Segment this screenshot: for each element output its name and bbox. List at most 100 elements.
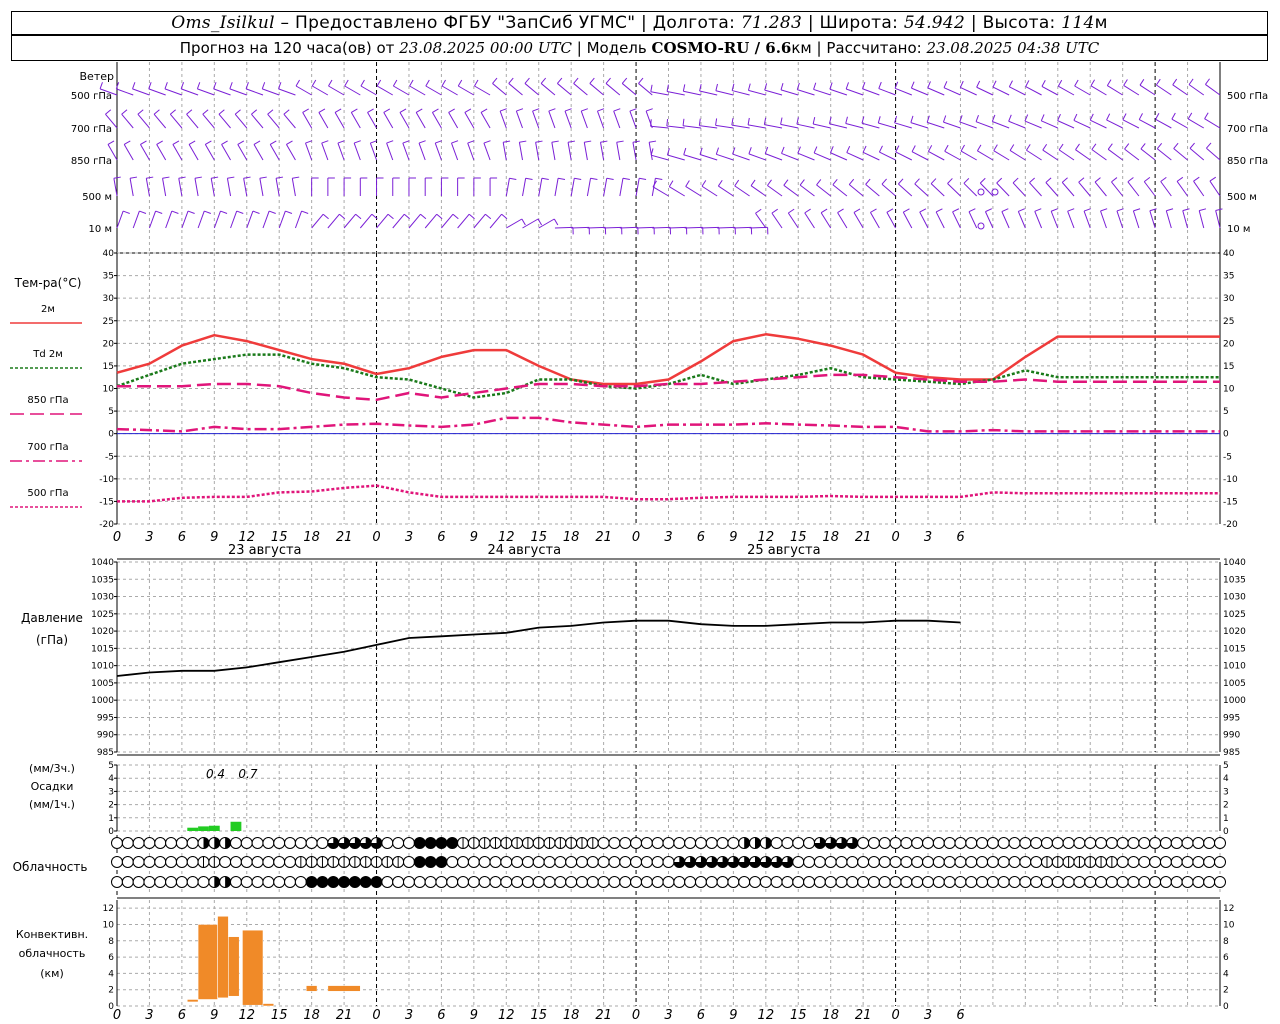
wind-barb-feather	[236, 210, 244, 214]
convective-ytick-left: 4	[108, 969, 114, 979]
wind-barb-feather	[278, 82, 282, 90]
temp-ytick-right: 15	[1223, 362, 1234, 372]
cloud-symbol	[175, 876, 188, 888]
wind-barb	[976, 86, 994, 96]
cloud-symbol	[338, 876, 351, 888]
precip-ytick-right: 2	[1223, 801, 1229, 811]
cloud-circle	[1159, 856, 1172, 868]
cloud-symbol	[651, 837, 664, 849]
wind-barb	[1205, 84, 1221, 96]
wind-level-label-right: 500 м	[1227, 192, 1257, 203]
wind-barb-feather	[162, 176, 170, 179]
cloud-circle	[1084, 876, 1097, 888]
temp-ytick-right: -15	[1223, 497, 1238, 507]
convective-ytick-left: 6	[108, 953, 114, 963]
cloud-symbol	[1214, 876, 1226, 888]
cloud-circle	[1192, 837, 1205, 849]
wind-barb	[328, 85, 345, 96]
cloud-circle	[381, 876, 394, 888]
wind-barb	[269, 144, 280, 161]
cloud-circle	[781, 837, 794, 849]
pressure-ytick-right: 985	[1223, 748, 1240, 758]
wind-barb	[603, 178, 608, 197]
wind-barb-feather	[435, 140, 443, 144]
cloud-circle	[424, 876, 437, 888]
wind-barb-feather	[832, 178, 838, 186]
wind-barb	[1155, 118, 1172, 129]
wind-barb-feather	[898, 178, 904, 185]
wind-barb	[861, 122, 880, 129]
wind-calm-circle	[977, 188, 985, 196]
cloud-symbol	[1181, 876, 1194, 888]
cloud-symbol	[294, 837, 307, 849]
temp-xtick-label: 9	[470, 530, 478, 545]
wind-barb	[765, 153, 783, 161]
cloud-symbol	[770, 837, 783, 849]
wind-barb-feather	[1078, 177, 1085, 183]
wind-barb-feather	[1155, 112, 1160, 120]
cloud-symbol	[186, 856, 199, 868]
convective-ytick-right: 4	[1223, 969, 1229, 979]
cloud-symbol	[381, 876, 394, 888]
wind-barb	[116, 88, 134, 96]
cloud-circle	[143, 837, 156, 849]
cloud-symbol	[424, 856, 437, 868]
wind-barb-feather	[383, 108, 391, 113]
cloud-symbol	[273, 876, 286, 888]
cloud-symbol	[521, 837, 534, 849]
wind-barb-feather	[993, 144, 998, 151]
wind-barb-feather	[996, 177, 1003, 184]
cloud-symbol	[1095, 837, 1108, 849]
wind-level-label-right: 500 гПа	[1227, 91, 1268, 102]
cloud-symbol	[1192, 837, 1205, 849]
wind-barb-feather	[1156, 142, 1163, 150]
cloud-circle	[770, 876, 783, 888]
wind-barb-feather	[548, 108, 556, 112]
wind-barb-feather	[903, 208, 910, 213]
wind-barb	[603, 226, 622, 229]
cloud-circle	[457, 856, 470, 868]
wind-barb-feather	[1123, 79, 1128, 86]
wind-barb	[947, 183, 961, 197]
wind-barb-feather	[668, 180, 674, 187]
cloud-circle	[932, 856, 945, 868]
precip-ytick-left: 1	[108, 814, 114, 824]
cloud-symbol	[197, 856, 210, 868]
cloud-symbol	[889, 837, 902, 849]
temp-xtick-label: 21	[595, 530, 612, 545]
cloud-symbol	[1019, 837, 1032, 849]
wind-barb-feather	[509, 177, 517, 180]
wind-barb-feather	[1040, 114, 1045, 122]
cloud-symbol	[197, 876, 210, 888]
wind-barb-feather	[910, 81, 915, 89]
wind-barb	[781, 152, 799, 161]
wind-barb-feather	[169, 109, 176, 115]
cloud-circle	[565, 856, 578, 868]
wind-barb-feather	[213, 82, 217, 90]
wind-barb-feather	[441, 79, 446, 87]
cloud-symbol	[738, 876, 751, 888]
wind-barb-feather	[942, 115, 947, 123]
wind-barb	[197, 210, 205, 229]
wind-barb	[837, 212, 848, 229]
cloud-symbol	[630, 837, 643, 849]
day-label: 24 августа	[488, 543, 562, 558]
temp-ytick-left: -5	[105, 452, 114, 462]
wind-barb	[480, 112, 491, 129]
wind-barb	[797, 89, 815, 96]
wind-barb	[415, 112, 426, 129]
cloud-symbol	[597, 856, 610, 868]
cloud-symbol	[111, 876, 123, 888]
cloud-circle	[911, 876, 924, 888]
cloud-symbol	[640, 837, 653, 849]
cloud-circle	[273, 876, 286, 888]
wind-barb	[554, 178, 559, 197]
wind-barb-feather	[960, 144, 965, 152]
cloud-circle	[640, 856, 653, 868]
convective-title1: Конвективн.	[16, 928, 88, 941]
wind-barb	[1009, 86, 1026, 96]
cloud-symbol	[229, 856, 242, 868]
cloud-circle	[1181, 876, 1194, 888]
wind-barb	[894, 122, 912, 129]
wind-barb	[1149, 210, 1156, 229]
